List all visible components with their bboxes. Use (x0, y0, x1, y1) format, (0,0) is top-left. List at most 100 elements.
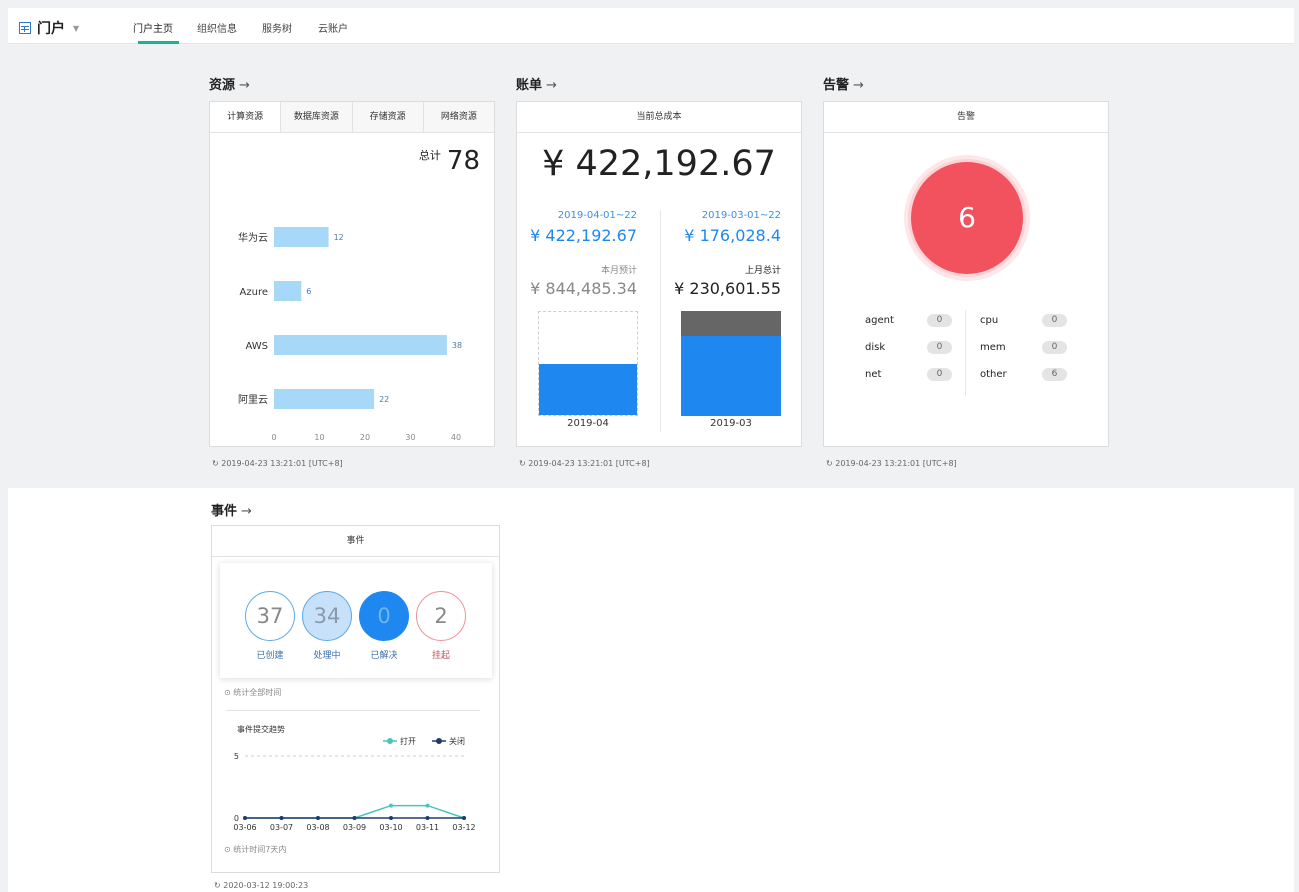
tab-org-info[interactable]: 组织信息 (197, 20, 237, 35)
tab-storage[interactable]: 存储资源 (351, 102, 423, 132)
arrow-right-icon[interactable]: → (853, 78, 864, 93)
bill-right-amount: ¥ 176,028.4 (684, 226, 781, 245)
tab-compute[interactable]: 计算资源 (210, 102, 281, 132)
alarm-item-mem-count: 0 (1042, 341, 1067, 354)
alarm-count[interactable]: 6 (911, 162, 1023, 274)
x-tick-label: 03-07 (270, 823, 293, 832)
alarm-divider (965, 310, 966, 396)
top-nav: 门户 ▼ 门户主页 组织信息 服务树 云账户 (8, 8, 1294, 44)
bill-card: 当前总成本 ¥ 422,192.67 2019-04-01~22 ¥ 422,1… (516, 101, 802, 447)
bill-right-forecast-label: 上月总计 (744, 266, 781, 276)
category-label: 华为云 (238, 231, 268, 244)
portal-menu[interactable]: 门户 ▼ (19, 18, 79, 38)
resource-tabs: 计算资源 数据库资源 存储资源 网络资源 (210, 102, 494, 133)
resources-refresh[interactable]: ↻ 2019-04-23 13:21:01 [UTC+8] (212, 459, 343, 468)
bill-left-range: 2019-04-01~22 (557, 210, 637, 221)
bill-left-amount: ¥ 422,192.67 (530, 226, 637, 245)
events-title[interactable]: 事件 → (211, 500, 252, 519)
event-trend-chart: 0 5 03-06 03-07 03-08 03-09 03-10 03-11 03-12 打开 关… (233, 736, 475, 832)
events-title-text: 事件 (211, 504, 238, 519)
legend-swatch-dot (436, 738, 442, 744)
data-point (316, 816, 320, 820)
bar-value-label: 22 (379, 395, 389, 404)
alarm-item-net-count: 0 (927, 368, 952, 381)
x-tick-label: 30 (405, 433, 415, 442)
bill-bar-previous-fill (681, 336, 781, 416)
y-tick-label: 5 (234, 752, 239, 761)
event-created-label: 已创建 (256, 651, 284, 661)
x-tick-label: 03-06 (233, 823, 256, 832)
x-tick-label: 03-08 (306, 823, 329, 832)
active-tab-indicator (138, 41, 179, 44)
event-processing-count[interactable]: 34 (302, 591, 352, 641)
bar-value-label: 6 (306, 287, 311, 296)
tab-cloud-account[interactable]: 云账户 (318, 20, 348, 35)
bill-bar-current-label: 2019-04 (567, 418, 609, 429)
events-section (8, 488, 1294, 892)
category-label: Azure (240, 287, 268, 298)
note-all-time: ⊙ 统计全部时间 (224, 688, 282, 697)
tab-service-tree[interactable]: 服务树 (262, 20, 292, 35)
data-point (389, 816, 393, 820)
event-suspended-count[interactable]: 2 (416, 591, 466, 641)
category-label: 阿里云 (238, 394, 268, 406)
bar (274, 389, 375, 409)
alarm-refresh-time: 2019-04-23 13:21:01 [UTC+8] (835, 459, 957, 468)
total-value: 78 (446, 146, 480, 176)
alarm-refresh[interactable]: ↻ 2019-04-23 13:21:01 [UTC+8] (826, 459, 957, 468)
data-point (425, 803, 430, 808)
bill-bar-previous-label: 2019-03 (710, 418, 752, 429)
total-label: 总计 (418, 149, 441, 162)
resources-card: 计算资源 数据库资源 存储资源 网络资源 总计 78 华为云 12 Azure 6 AWS… (209, 101, 495, 447)
y-tick-label: 0 (234, 814, 239, 823)
arrow-right-icon[interactable]: → (546, 78, 557, 93)
grid-icon (19, 22, 31, 34)
tab-portal-home[interactable]: 门户主页 (133, 20, 173, 35)
events-divider (226, 710, 480, 711)
resources-title[interactable]: 资源 → (209, 74, 250, 93)
legend-swatch-dot (387, 738, 393, 744)
event-resolved-count[interactable]: 0 (359, 591, 409, 641)
data-point (462, 816, 466, 820)
event-processing-label: 处理中 (313, 651, 341, 661)
bill-total: ¥ 422,192.67 (542, 144, 776, 184)
legend-label: 关闭 (449, 736, 465, 746)
arrow-right-icon[interactable]: → (239, 78, 250, 93)
bar-value-label: 12 (334, 233, 344, 242)
bill-title[interactable]: 账单 → (516, 74, 557, 93)
data-point (389, 803, 393, 808)
alarm-card: 告警 6 agent 0 cpu 0 disk 0 mem 0 net 0 ot… (823, 101, 1109, 447)
x-tick-label: 03-12 (452, 823, 475, 832)
note-7-days-text: 统计时间7天内 (233, 845, 287, 854)
arrow-right-icon[interactable]: → (241, 504, 252, 519)
event-created-count[interactable]: 37 (245, 591, 295, 641)
chevron-down-icon[interactable]: ▼ (73, 24, 79, 33)
x-tick-label: 03-11 (416, 823, 439, 832)
alarm-item-cpu: cpu (980, 315, 999, 326)
resource-bar-chart: 华为云 12 Azure 6 AWS 38 阿里云 22 0 10 20 30 40 (238, 227, 462, 442)
events-refresh-time: 2020-03-12 19:00:23 (223, 881, 309, 890)
x-tick-label: 20 (360, 433, 370, 442)
events-refresh[interactable]: ↻ 2020-03-12 19:00:23 (214, 881, 308, 890)
alarm-item-disk: disk (865, 342, 886, 353)
bar (274, 335, 447, 355)
alarm-item-agent-count: 0 (927, 314, 952, 327)
bill-bar-current (538, 311, 638, 416)
alarm-item-disk-count: 0 (927, 341, 952, 354)
alarm-item-agent: agent (865, 315, 894, 326)
alarm-title-text: 告警 (823, 78, 850, 93)
bill-title-text: 账单 (516, 78, 543, 93)
bar (274, 227, 329, 247)
event-resolved-label: 已解决 (370, 651, 398, 661)
bill-right-forecast: ¥ 230,601.55 (674, 279, 781, 298)
tab-network[interactable]: 网络资源 (422, 102, 494, 132)
bill-refresh[interactable]: ↻ 2019-04-23 13:21:01 [UTC+8] (519, 459, 650, 468)
bill-left-forecast: ¥ 844,485.34 (530, 279, 637, 298)
tab-database[interactable]: 数据库资源 (280, 102, 352, 132)
x-tick-label: 03-10 (379, 823, 402, 832)
alarm-title[interactable]: 告警 → (823, 74, 864, 93)
bill-bar-previous (681, 311, 781, 416)
event-suspended-label: 挂起 (431, 651, 450, 661)
alarm-item-other-count: 6 (1042, 368, 1067, 381)
resources-title-text: 资源 (209, 78, 236, 93)
